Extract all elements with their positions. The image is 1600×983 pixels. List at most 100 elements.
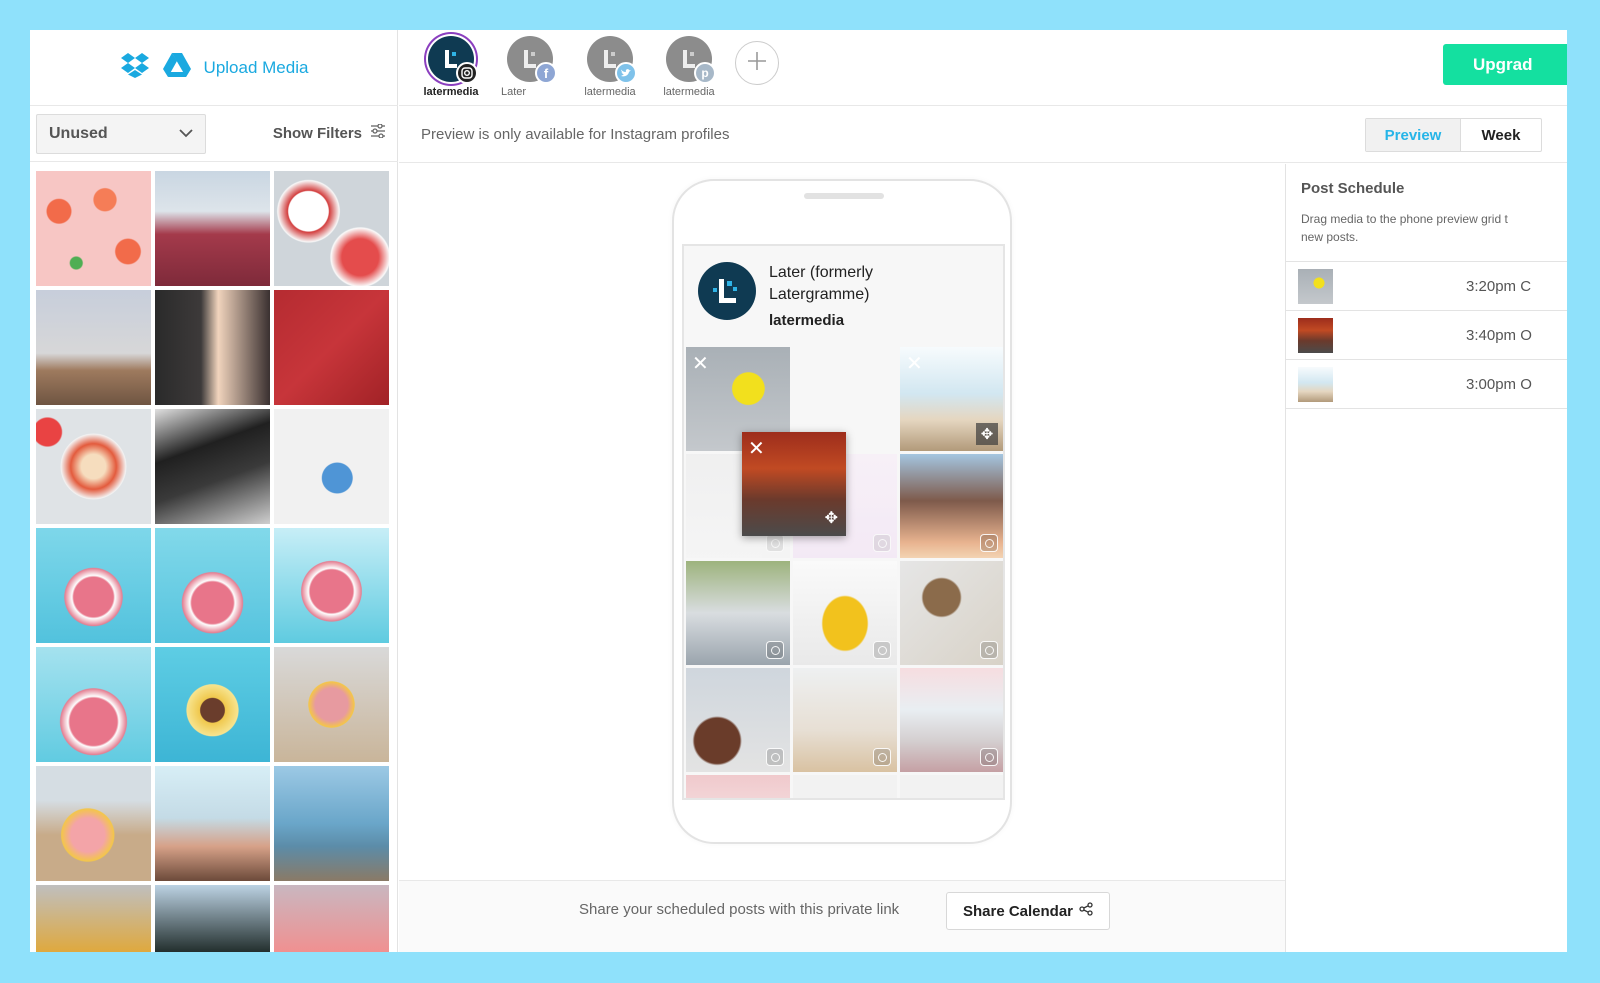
post-schedule-description: Drag media to the phone preview grid t n…: [1301, 210, 1563, 246]
post-schedule-title: Post Schedule: [1301, 180, 1405, 197]
instagram-icon: [980, 534, 998, 552]
media-thumbnail[interactable]: [274, 647, 389, 762]
published-post-tile: [793, 668, 897, 772]
published-post-tile: [793, 561, 897, 665]
instagram-icon: [980, 748, 998, 766]
move-icon[interactable]: ✥: [825, 508, 838, 528]
published-post-tile: [900, 775, 1003, 798]
profile-twitter[interactable]: latermedia: [575, 36, 645, 98]
media-thumbnail[interactable]: [155, 885, 270, 952]
media-thumbnail[interactable]: [155, 766, 270, 881]
media-thumbnail[interactable]: [155, 528, 270, 643]
schedule-time: 3:20pm C: [1466, 278, 1532, 295]
dropbox-icon[interactable]: [120, 52, 150, 83]
close-icon[interactable]: ✕: [692, 351, 709, 376]
profile-facebook[interactable]: f Later: [495, 36, 565, 98]
add-profile-button[interactable]: [735, 41, 779, 85]
share-icon: [1079, 902, 1093, 920]
media-thumbnail[interactable]: [274, 409, 389, 524]
scheduled-post-tile[interactable]: ✕ ✥: [900, 347, 1003, 451]
preview-note: Preview is only available for Instagram …: [421, 126, 730, 143]
media-thumbnail[interactable]: [274, 171, 389, 286]
schedule-thumbnail: [1298, 318, 1333, 353]
media-thumbnail[interactable]: [274, 766, 389, 881]
instagram-icon: [456, 62, 478, 84]
media-thumbnail[interactable]: [36, 409, 151, 524]
instagram-icon: [980, 641, 998, 659]
schedule-row[interactable]: 3:00pm O: [1286, 360, 1567, 409]
media-thumbnail[interactable]: [155, 409, 270, 524]
avatar: p: [666, 36, 716, 84]
share-calendar-button[interactable]: Share Calendar: [946, 892, 1110, 930]
media-thumbnail[interactable]: [36, 171, 151, 286]
avatar: f: [507, 36, 557, 84]
media-library-sidebar: Upload Media Unused Show Filters: [30, 30, 398, 952]
published-post-tile: [686, 668, 790, 772]
facebook-icon: f: [535, 62, 557, 84]
share-calendar-label: Share Calendar: [962, 902, 1074, 920]
phone-screen: Later (formerly Latergramme) latermedia …: [682, 244, 1005, 800]
profile-display-name: Later (formerly Latergramme): [769, 264, 874, 303]
avatar: [428, 36, 478, 84]
profile-name: latermedia: [423, 86, 479, 98]
profile-instagram[interactable]: latermedia: [416, 36, 486, 98]
calendar-subheader: Preview is only available for Instagram …: [399, 106, 1567, 163]
twitter-icon: [615, 62, 637, 84]
schedule-thumbnail: [1298, 269, 1333, 304]
media-thumbnail[interactable]: [155, 171, 270, 286]
later-logo-avatar: [698, 262, 756, 320]
instagram-profile-header: Later (formerly Latergramme) latermedia: [684, 246, 1003, 346]
upload-row: Upload Media: [30, 30, 398, 106]
schedule-row[interactable]: 3:40pm O: [1286, 311, 1567, 360]
media-thumbnail[interactable]: [274, 528, 389, 643]
media-thumbnail[interactable]: [36, 290, 151, 405]
tab-week[interactable]: Week: [1461, 119, 1541, 151]
profile-name: latermedia: [584, 86, 636, 98]
published-post-tile: [900, 454, 1003, 558]
schedule-time: 3:00pm O: [1466, 376, 1532, 393]
upgrade-button[interactable]: Upgrad: [1443, 44, 1567, 85]
media-thumbnail[interactable]: [36, 647, 151, 762]
later-app: Upload Media Unused Show Filters laterme…: [30, 30, 1567, 952]
upload-media-link[interactable]: Upload Media: [204, 58, 309, 78]
plus-icon: [746, 47, 768, 79]
profile-name: Later: [501, 86, 527, 98]
media-thumbnail[interactable]: [36, 766, 151, 881]
media-thumbnail[interactable]: [36, 528, 151, 643]
show-filters-button[interactable]: Show Filters: [273, 123, 386, 142]
description-line: new posts.: [1301, 230, 1359, 244]
instagram-icon: [873, 641, 891, 659]
published-post-tile: [686, 775, 790, 798]
published-post-tile: [900, 668, 1003, 772]
description-line: Drag media to the phone preview grid t: [1301, 212, 1508, 226]
post-schedule-panel: Post Schedule Drag media to the phone pr…: [1285, 164, 1567, 952]
media-thumbnail[interactable]: [155, 290, 270, 405]
media-thumbnail[interactable]: [274, 290, 389, 405]
media-thumbnail[interactable]: [36, 885, 151, 952]
google-drive-icon[interactable]: [162, 52, 192, 83]
media-thumbnail[interactable]: [274, 885, 389, 952]
share-footer-text: Share your scheduled posts with this pri…: [579, 901, 900, 918]
close-icon[interactable]: ✕: [748, 436, 765, 461]
published-post-tile: [793, 775, 897, 798]
media-grid: [36, 171, 389, 952]
schedule-list: 3:20pm C 3:40pm O 3:00pm O: [1286, 261, 1567, 409]
schedule-time: 3:40pm O: [1466, 327, 1532, 344]
dragging-post-tile[interactable]: ✕ ✥: [742, 432, 846, 536]
phone-speaker: [804, 193, 884, 199]
published-post-tile: [686, 561, 790, 665]
schedule-row[interactable]: 3:20pm C: [1286, 262, 1567, 311]
tab-preview[interactable]: Preview: [1366, 119, 1461, 151]
chevron-down-icon: [179, 125, 193, 143]
view-toggle: Preview Week: [1365, 118, 1542, 152]
filter-row: Unused Show Filters: [30, 106, 398, 162]
profile-handle: latermedia: [769, 312, 845, 329]
media-thumbnail[interactable]: [155, 647, 270, 762]
instagram-icon: [766, 534, 784, 552]
move-icon[interactable]: ✥: [976, 423, 998, 445]
schedule-thumbnail: [1298, 367, 1333, 402]
share-footer: Share your scheduled posts with this pri…: [399, 880, 1285, 952]
media-filter-select[interactable]: Unused: [36, 114, 206, 154]
profile-pinterest[interactable]: p latermedia: [654, 36, 724, 98]
close-icon[interactable]: ✕: [906, 351, 923, 376]
